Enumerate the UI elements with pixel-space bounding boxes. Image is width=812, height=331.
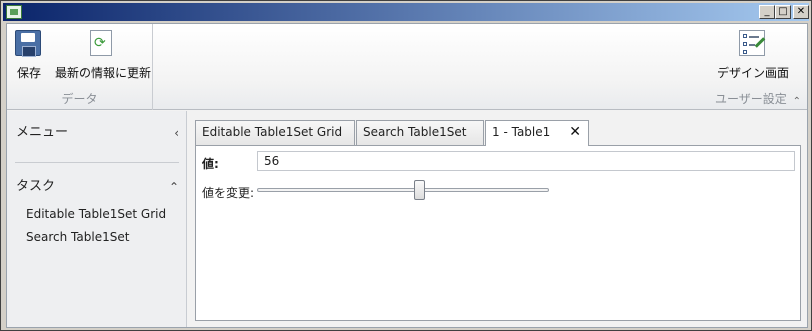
tab-label: Editable Table1Set Grid <box>202 125 343 139</box>
tab-editable-grid[interactable]: Editable Table1Set Grid <box>195 120 355 145</box>
client-area: 保存 ⟳ 最新の情報に更新 データ デザイン画面 ユーザー設定 ⌃ メニュー ‹… <box>6 23 808 328</box>
sidebar-divider <box>15 162 179 163</box>
design-icon <box>739 30 767 58</box>
sidebar: メニュー ‹ タスク ⌃ Editable Table1Set Grid Sea… <box>7 111 187 327</box>
refresh-button-label: 最新の情報に更新 <box>55 66 152 80</box>
save-button-label: 保存 <box>16 66 41 80</box>
tab-label: 1 - Table1 <box>492 125 551 139</box>
value-input[interactable] <box>257 151 795 171</box>
collapse-ribbon-icon[interactable]: ⌃ <box>793 96 801 107</box>
sidebar-task-label: タスク <box>16 179 56 194</box>
ribbon: 保存 ⟳ 最新の情報に更新 データ デザイン画面 ユーザー設定 ⌃ <box>7 24 807 110</box>
save-icon <box>15 30 43 58</box>
design-screen-label: デザイン画面 <box>716 66 789 80</box>
save-button[interactable]: 保存 <box>13 30 45 81</box>
ribbon-group-data: 保存 ⟳ 最新の情報に更新 データ <box>7 24 153 110</box>
main-content: Editable Table1Set Grid Search Table1Set… <box>188 111 807 327</box>
value-slider[interactable] <box>257 180 549 200</box>
tab-table1-detail[interactable]: 1 - Table1 ✕ <box>485 120 589 146</box>
detail-panel: 値: 値を変更: <box>195 145 801 321</box>
change-value-label: 値を変更: <box>202 186 255 200</box>
tab-strip: Editable Table1Set Grid Search Table1Set… <box>195 120 801 146</box>
tab-label: Search Table1Set <box>363 125 467 139</box>
slider-track <box>257 188 549 192</box>
sidebar-task-header[interactable]: タスク ⌃ <box>7 173 187 201</box>
chevron-up-icon[interactable]: ⌃ <box>169 173 179 201</box>
refresh-icon: ⟳ <box>87 30 115 58</box>
minimize-button[interactable]: _ <box>759 5 775 19</box>
app-window: _ □ ✕ 保存 ⟳ 最新の情報に更新 データ デザイン画面 ユーザー設定 ⌃ … <box>0 0 812 331</box>
slider-thumb[interactable] <box>414 180 425 200</box>
sidebar-menu-header[interactable]: メニュー ‹ <box>7 119 187 147</box>
close-icon[interactable]: ✕ <box>569 121 581 144</box>
close-window-button[interactable]: ✕ <box>793 5 809 19</box>
sidebar-item-search[interactable]: Search Table1Set <box>26 230 129 244</box>
maximize-button[interactable]: □ <box>775 5 791 19</box>
refresh-button[interactable]: ⟳ 最新の情報に更新 <box>55 30 152 81</box>
sidebar-item-editable-grid[interactable]: Editable Table1Set Grid <box>26 207 166 221</box>
tab-search[interactable]: Search Table1Set <box>356 120 484 145</box>
chevron-left-icon[interactable]: ‹ <box>174 119 179 147</box>
design-screen-button[interactable]: デザイン画面 <box>713 30 793 81</box>
app-icon <box>6 5 22 19</box>
value-label: 値: <box>202 157 219 171</box>
sidebar-menu-label: メニュー <box>16 125 69 140</box>
title-bar[interactable]: _ □ ✕ <box>3 3 809 21</box>
ribbon-group-label: データ <box>61 92 98 106</box>
ribbon-group-user-settings: デザイン画面 ユーザー設定 ⌃ <box>707 24 807 110</box>
